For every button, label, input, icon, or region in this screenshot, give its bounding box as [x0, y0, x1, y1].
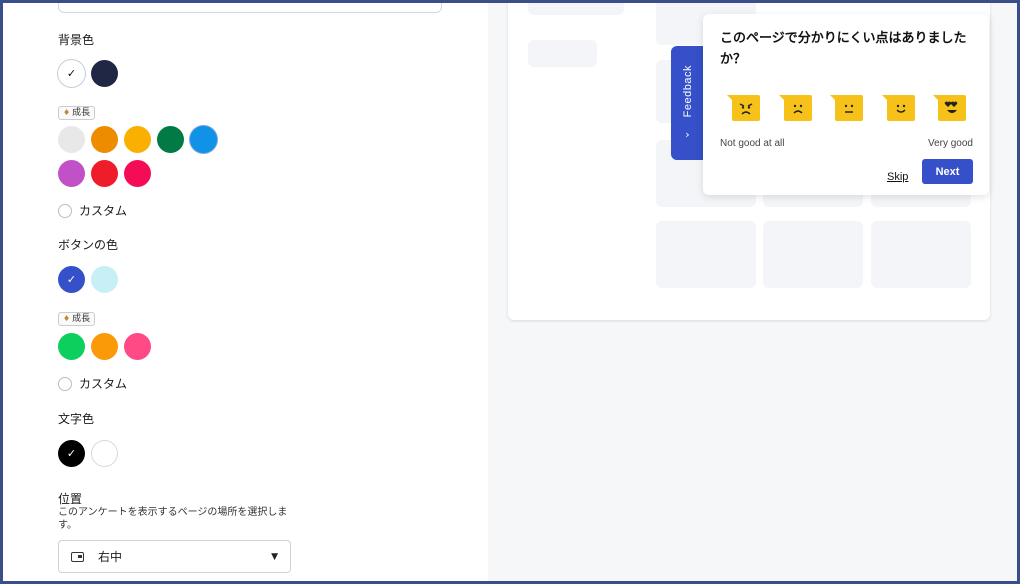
next-button[interactable]: Next: [922, 159, 973, 184]
check-icon: ✓: [66, 273, 77, 286]
btn-swatch-pink[interactable]: [124, 333, 151, 360]
btn-swatch-green[interactable]: [58, 333, 85, 360]
bg-swatch-navy[interactable]: [91, 60, 118, 87]
placeholder-block: [871, 221, 971, 288]
check-icon: ✓: [66, 67, 77, 80]
btn-custom-option[interactable]: カスタム: [58, 375, 127, 392]
scale-high-label: Very good: [927, 138, 973, 149]
bg-swatch-lightgray[interactable]: [58, 126, 85, 153]
btn-swatch-lightblue[interactable]: [91, 266, 118, 293]
feedback-tab[interactable]: Feedback ›: [671, 46, 704, 160]
bg-swatch-purple[interactable]: [58, 160, 85, 187]
badge-label: 成長: [72, 108, 91, 118]
chevron-right-icon: ›: [685, 127, 690, 141]
scale-low-label: Not good at all: [720, 138, 785, 149]
radio-button[interactable]: [58, 376, 72, 391]
feedback-survey-popup: このページで分かりにくい点はありましたか？ Not good at all Ve…: [703, 14, 989, 195]
btn-swatch-orange[interactable]: [91, 333, 118, 360]
gem-icon: ♦: [63, 314, 71, 323]
skip-link[interactable]: Skip: [887, 171, 908, 183]
btn-swatch-blue[interactable]: ✓: [58, 266, 85, 293]
text-field[interactable]: [58, 3, 442, 13]
bg-swatch-amber[interactable]: [124, 126, 151, 153]
placeholder-block: [656, 221, 756, 288]
position-icon: [71, 551, 84, 562]
bg-swatch-red[interactable]: [91, 160, 118, 187]
rating-sad-icon[interactable]: [779, 95, 812, 121]
bg-swatch-crimson[interactable]: [124, 160, 151, 187]
placeholder-block: [528, 3, 624, 15]
badge-label: 成長: [72, 314, 91, 324]
position-select[interactable]: 右中 ▼: [58, 540, 291, 573]
caret-down-icon: ▼: [271, 551, 278, 562]
check-icon: ✓: [66, 447, 77, 460]
settings-panel: 背景色 ✓ ♦ 成長 カスタム ボタンの色 ✓ ♦ 成長 カスタム 文字色 ✓ …: [3, 3, 488, 581]
rating-smile-icon[interactable]: [882, 95, 915, 121]
growth-plan-badge: ♦ 成長: [58, 106, 96, 120]
position-label: 位置: [58, 492, 83, 506]
text-color-label: 文字色: [58, 412, 95, 426]
placeholder-block: [528, 40, 597, 67]
bg-swatch-green[interactable]: [157, 126, 184, 153]
preview-panel: Feedback › このページで分かりにくい点はありましたか？ Not goo…: [488, 3, 1017, 581]
text-swatch-white[interactable]: [91, 440, 118, 467]
custom-label: カスタム: [79, 377, 128, 391]
bg-swatch-white[interactable]: ✓: [58, 60, 85, 87]
radio-button[interactable]: [58, 203, 72, 218]
bg-swatch-orange[interactable]: [91, 126, 118, 153]
background-color-label: 背景色: [58, 33, 95, 47]
feedback-tab-label: Feedback: [681, 65, 694, 118]
rating-angry-icon[interactable]: [727, 95, 760, 121]
rating-neutral-icon[interactable]: [830, 95, 863, 121]
custom-label: カスタム: [79, 204, 128, 218]
position-description: このアンケートを表示するページの場所を選択します。: [58, 507, 288, 531]
bg-swatch-blue[interactable]: [190, 126, 217, 153]
bg-custom-option[interactable]: カスタム: [58, 202, 127, 219]
growth-plan-badge: ♦ 成長: [58, 312, 96, 326]
text-swatch-black[interactable]: ✓: [58, 440, 85, 467]
position-value: 右中: [98, 550, 123, 564]
button-color-label: ボタンの色: [58, 238, 119, 252]
gem-icon: ♦: [63, 108, 71, 117]
placeholder-block: [763, 221, 863, 288]
rating-love-icon[interactable]: [933, 95, 966, 121]
survey-question: このページで分かりにくい点はありましたか？: [720, 31, 967, 67]
